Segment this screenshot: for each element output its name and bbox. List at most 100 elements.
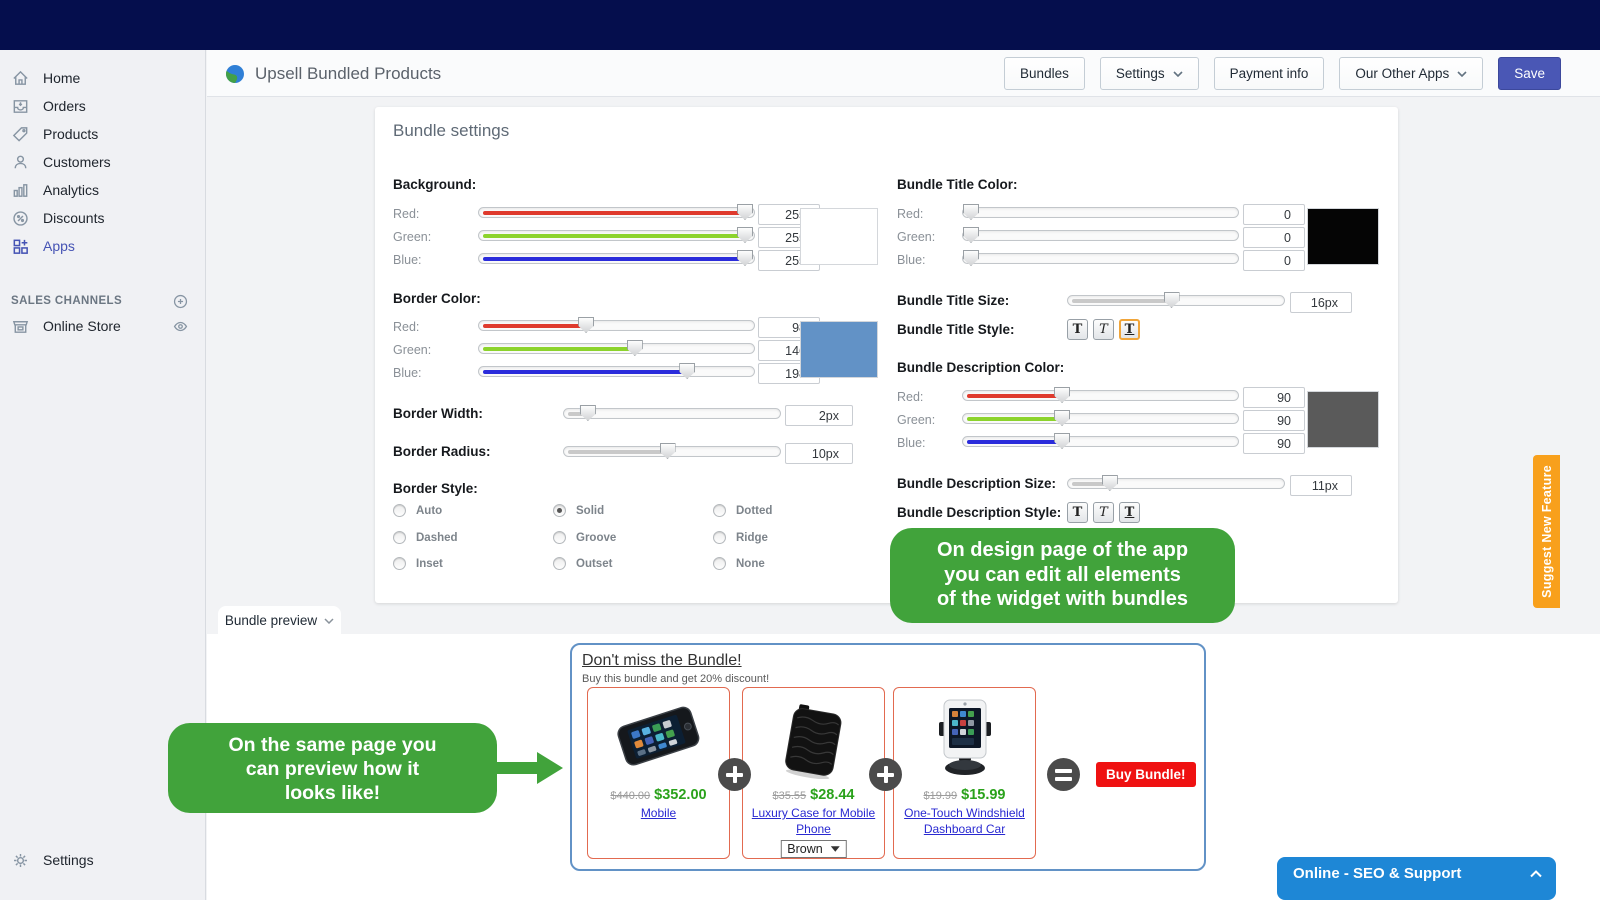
border-radius-value[interactable]: 10px [785,443,853,464]
border-green-slider[interactable] [478,343,755,354]
slider-handle[interactable] [578,317,594,333]
support-status-label: Online - SEO & Support [1293,865,1461,882]
other-apps-dropdown-button[interactable]: Our Other Apps [1339,57,1483,90]
add-channel-icon[interactable] [172,293,189,310]
slider-handle[interactable] [1054,387,1070,403]
title-underline-button[interactable]: T [1119,319,1140,340]
slider-handle[interactable] [963,250,979,266]
bundle-subtitle: Buy this bundle and get 20% discount! [582,673,769,685]
background-label: Background: [393,177,476,192]
border-radius-slider[interactable] [563,446,781,457]
home-icon [11,69,30,88]
slider-handle[interactable] [737,204,753,220]
sidebar-item-orders[interactable]: Orders [0,92,205,120]
border-blue-slider[interactable] [478,366,755,377]
buy-bundle-button[interactable]: Buy Bundle! [1096,762,1196,787]
border-red-slider[interactable] [478,320,755,331]
title-italic-button[interactable]: T [1093,319,1114,340]
title-green-value[interactable]: 0 [1243,227,1305,248]
sidebar-item-analytics[interactable]: Analytics [0,176,205,204]
eye-icon[interactable] [172,318,189,335]
desc-green-slider[interactable] [962,413,1239,424]
suggest-feature-tab[interactable]: Suggest New Feature [1533,455,1560,608]
storefront-icon [11,317,30,336]
title-green-slider[interactable] [962,230,1239,241]
save-button[interactable]: Save [1498,57,1561,90]
border-style-auto-radio[interactable]: Auto [393,504,442,517]
border-style-dashed-radio[interactable]: Dashed [393,531,458,544]
sidebar-item-home[interactable]: Home [0,64,205,92]
border-style-solid-radio[interactable]: Solid [553,504,604,517]
background-red-slider[interactable] [478,207,755,218]
sidebar-item-label: Home [43,70,80,86]
desc-italic-button[interactable]: T [1093,502,1114,523]
title-blue-slider[interactable] [962,253,1239,264]
slider-handle[interactable] [679,363,695,379]
product-link[interactable]: Mobile [592,805,725,821]
title-size-value[interactable]: 16px [1290,292,1352,313]
product-card-mobile: $440.00$352.00 Mobile [587,687,730,859]
border-width-value[interactable]: 2px [785,405,853,426]
sidebar-item-apps[interactable]: Apps [0,232,205,260]
payment-info-button[interactable]: Payment info [1214,57,1325,90]
new-price: $15.99 [961,787,1005,803]
sidebar-item-discounts[interactable]: Discounts [0,204,205,232]
slider-handle[interactable] [1164,292,1180,308]
desc-green-value[interactable]: 90 [1243,410,1305,431]
desc-size-value[interactable]: 11px [1290,475,1352,496]
product-image-mount [894,694,1035,782]
slider-handle[interactable] [963,227,979,243]
desc-blue-value[interactable]: 90 [1243,433,1305,454]
sidebar-item-label: Products [43,126,98,142]
slider-handle[interactable] [580,405,596,421]
slider-handle[interactable] [963,204,979,220]
desc-red-slider[interactable] [962,390,1239,401]
settings-dropdown-button[interactable]: Settings [1100,57,1199,90]
slider-handle[interactable] [660,443,676,459]
border-style-dotted-radio[interactable]: Dotted [713,504,772,517]
border-style-outset-radio[interactable]: Outset [553,557,612,570]
border-style-ridge-radio[interactable]: Ridge [713,531,768,544]
sidebar-item-settings[interactable]: Settings [0,846,206,874]
slider-handle[interactable] [737,227,753,243]
border-style-groove-radio[interactable]: Groove [553,531,616,544]
title-red-value[interactable]: 0 [1243,204,1305,225]
slider-handle[interactable] [1054,433,1070,449]
slider-handle[interactable] [627,340,643,356]
title-blue-value[interactable]: 0 [1243,250,1305,271]
title-bold-button[interactable]: T [1067,319,1088,340]
bundle-preview-tab[interactable]: Bundle preview [218,606,341,635]
border-style-inset-radio[interactable]: Inset [393,557,443,570]
title-size-slider[interactable] [1067,295,1285,306]
sidebar-item-label: Customers [43,154,111,170]
title-color-swatch [1307,208,1379,265]
variant-select[interactable]: Brown [780,840,846,858]
product-link[interactable]: Luxury Case for Mobile Phone [747,805,880,837]
product-link[interactable]: One-Touch Windshield Dashboard Car [898,805,1031,837]
desc-blue-slider[interactable] [962,436,1239,447]
desc-red-value[interactable]: 90 [1243,387,1305,408]
chevron-down-icon [324,618,334,624]
border-color-label: Border Color: [393,291,481,306]
border-style-none-radio[interactable]: None [713,557,765,570]
slider-handle[interactable] [737,250,753,266]
sidebar-item-label: Analytics [43,182,99,198]
title-red-slider[interactable] [962,207,1239,218]
background-green-slider[interactable] [478,230,755,241]
desc-underline-button[interactable]: T [1119,502,1140,523]
desc-bold-button[interactable]: T [1067,502,1088,523]
slider-handle[interactable] [1054,410,1070,426]
border-width-slider[interactable] [563,408,781,419]
sidebar-item-products[interactable]: Products [0,120,205,148]
desc-size-slider[interactable] [1067,478,1285,489]
sidebar-item-customers[interactable]: Customers [0,148,205,176]
slider-handle[interactable] [1102,475,1118,491]
orders-icon [11,97,30,116]
sidebar-item-online-store[interactable]: Online Store [0,312,205,340]
support-chat-bar[interactable]: Online - SEO & Support [1277,857,1556,900]
background-color-swatch [800,208,878,265]
background-blue-slider[interactable] [478,253,755,264]
bundles-button[interactable]: Bundles [1004,57,1085,90]
product-image-case [743,694,884,782]
chevron-down-icon [1173,71,1183,77]
